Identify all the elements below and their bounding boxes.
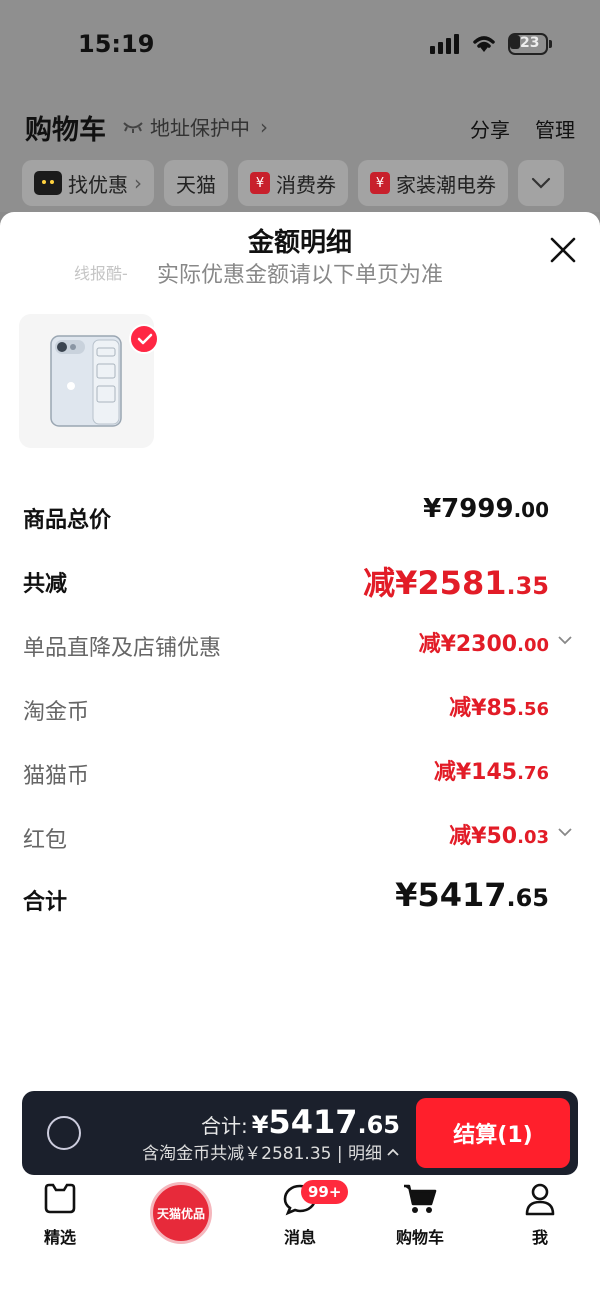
background-page: 15:19 23 购物车 地址保护中 › 分享 管理 找优惠 › 天猫 ¥ 消费…	[0, 0, 600, 212]
status-time: 15:19	[78, 30, 155, 58]
chip-consumer-coupon[interactable]: ¥ 消费券	[238, 160, 348, 206]
tmall-brand-label: 天猫优品	[156, 1206, 205, 1221]
total-amount: 5417	[268, 1103, 358, 1141]
checkout-total: 合计: ¥ 5417 .65	[201, 1103, 400, 1141]
row-label: 单品直降及店铺优惠	[23, 636, 222, 661]
checkout-button[interactable]: 结算(1)	[416, 1098, 570, 1168]
row-grand-total: 合计 ¥5417.65	[0, 876, 600, 926]
discount-text: 含淘金币共减￥2581.35 | 明细	[142, 1144, 382, 1164]
chevron-down-icon	[531, 177, 551, 189]
chip-find-deals[interactable]: 找优惠 ›	[22, 160, 154, 206]
signal-icon	[430, 34, 459, 54]
tab-label: 精选	[43, 1228, 76, 1247]
coupon-icon: ¥	[250, 172, 270, 194]
row-total-discount: 共减 减¥2581.35	[0, 558, 600, 608]
tab-bar: 精选 天猫优品 消息 99+ 购物车 我	[0, 1178, 600, 1300]
row-value: ¥7999.00	[423, 494, 549, 524]
tab-cart[interactable]: 购物车	[360, 1178, 480, 1248]
battery-icon: 23	[508, 33, 552, 55]
chip-label: 消费券	[276, 172, 336, 197]
sheet-title: 金额明细	[247, 228, 352, 258]
status-bar: 15:19 23	[0, 0, 600, 90]
total-cents: .65	[357, 1111, 400, 1139]
battery-level: 23	[520, 35, 540, 51]
chevron-up-icon	[387, 1148, 399, 1156]
phone-product-image	[50, 335, 122, 427]
row-value: ¥5417.65	[395, 876, 549, 914]
row-red-packet[interactable]: 红包 减¥50.03	[0, 814, 600, 864]
address-protect-label: 地址保护中	[150, 116, 250, 140]
total-label: 合计:	[200, 1114, 248, 1138]
row-value: 减¥2581.35	[363, 564, 549, 602]
row-value: 减¥50.03	[449, 824, 549, 849]
discount-detail-link[interactable]: 含淘金币共减￥2581.35 | 明细	[142, 1139, 400, 1164]
share-button[interactable]: 分享	[470, 114, 510, 143]
chevron-down-icon[interactable]	[557, 824, 573, 840]
row-item-total: 商品总价 ¥7999.00	[0, 494, 600, 544]
row-label: 合计	[23, 890, 68, 915]
row-value: 减¥85.56	[449, 696, 549, 721]
row-value: 减¥2300.00	[418, 632, 549, 657]
message-count-badge: 99+	[301, 1180, 349, 1204]
sheet-subtitle: 实际优惠金额请以下单页为准	[156, 263, 443, 288]
tab-me[interactable]: 我	[480, 1178, 600, 1248]
tab-label: 我	[531, 1228, 548, 1247]
chevron-right-icon: ›	[134, 171, 142, 195]
chip-tmall[interactable]: 天猫	[164, 160, 228, 206]
tab-home[interactable]: 精选	[0, 1178, 120, 1248]
product-thumbnail[interactable]	[19, 314, 159, 448]
cart-header: 购物车 地址保护中 › 分享 管理	[0, 100, 600, 150]
row-cat-coins: 猫猫币 减¥145.76	[0, 750, 600, 800]
chip-home-electronics-coupon[interactable]: ¥ 家装潮电券	[358, 160, 508, 206]
chevron-down-icon[interactable]	[557, 632, 573, 648]
checkout-bar: 合计: ¥ 5417 .65 含淘金币共减￥2581.35 | 明细 结算(1)	[22, 1091, 578, 1175]
total-yen: ¥	[251, 1111, 269, 1139]
tab-label: 购物车	[395, 1228, 444, 1247]
row-label: 共减	[23, 572, 68, 597]
wifi-icon	[473, 36, 495, 52]
tab-label: 消息	[283, 1228, 316, 1247]
chips-expand-button[interactable]	[518, 160, 564, 206]
row-label: 红包	[23, 828, 68, 853]
manage-button[interactable]: 管理	[535, 114, 575, 143]
closed-eye-icon	[123, 121, 143, 133]
filter-chips: 找优惠 › 天猫 ¥ 消费券 ¥ 家装潮电券	[22, 160, 564, 206]
row-label: 商品总价	[23, 508, 112, 533]
tmall-brand-button[interactable]: 天猫优品	[150, 1182, 212, 1244]
chevron-right-icon: ›	[260, 114, 268, 139]
coupon-icon: ¥	[370, 172, 390, 194]
page-title: 购物车	[25, 115, 106, 146]
chip-label: 天猫	[176, 172, 216, 197]
check-icon[interactable]	[129, 324, 159, 354]
row-value: 减¥145.76	[433, 760, 549, 785]
row-label: 淘金币	[23, 700, 90, 725]
chip-label: 找优惠	[68, 172, 128, 197]
tmall-home-icon	[44, 1183, 76, 1214]
row-taobao-coins: 淘金币 减¥85.56	[0, 686, 600, 736]
row-label: 猫猫币	[23, 764, 90, 789]
tmall-cat-icon	[34, 171, 62, 195]
select-all-checkbox[interactable]	[47, 1116, 81, 1150]
chip-label: 家装潮电券	[396, 172, 496, 197]
row-store-discount[interactable]: 单品直降及店铺优惠 减¥2300.00	[0, 622, 600, 672]
address-protect-link[interactable]: 地址保护中 ›	[122, 112, 268, 141]
cart-icon	[404, 1184, 437, 1213]
user-icon	[525, 1183, 555, 1216]
